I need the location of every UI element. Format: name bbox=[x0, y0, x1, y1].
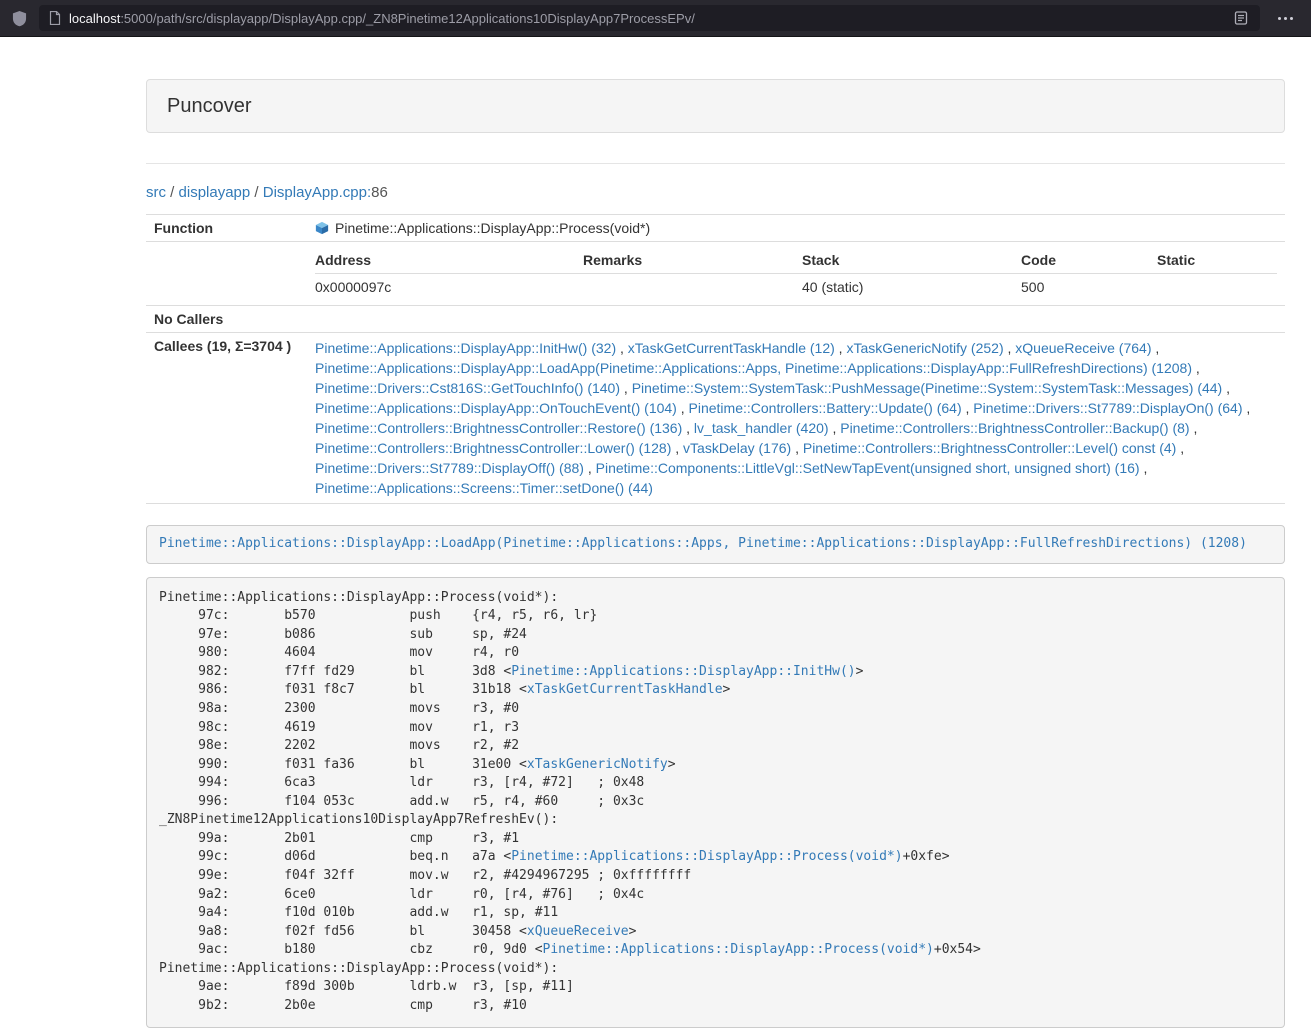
breadcrumb-link[interactable]: DisplayApp.cpp: bbox=[263, 184, 371, 201]
callee-link[interactable]: xQueueReceive (764) bbox=[1015, 340, 1151, 356]
function-label: Function bbox=[146, 215, 307, 242]
stats-header-address: Address bbox=[315, 247, 583, 274]
callee-link[interactable]: Pinetime::Controllers::BrightnessControl… bbox=[840, 420, 1189, 436]
signature-link[interactable]: Pinetime::Applications::DisplayApp::Load… bbox=[159, 536, 1247, 551]
stats-header-static: Static bbox=[1157, 247, 1277, 274]
callee-link[interactable]: Pinetime::Controllers::BrightnessControl… bbox=[315, 440, 671, 456]
shield-icon[interactable] bbox=[10, 8, 29, 29]
assembly-symbol-link[interactable]: xQueueReceive bbox=[527, 924, 629, 939]
callee-link[interactable]: Pinetime::Applications::DisplayApp::OnTo… bbox=[315, 400, 677, 416]
stats-value-code: 500 bbox=[1021, 274, 1157, 301]
function-name: Pinetime::Applications::DisplayApp::Proc… bbox=[335, 220, 650, 236]
app-title: Puncover bbox=[167, 94, 1264, 118]
symbol-cube-icon bbox=[315, 221, 329, 235]
stats-value-remarks bbox=[583, 274, 802, 301]
assembly-symbol-link[interactable]: Pinetime::Applications::DisplayApp::Proc… bbox=[543, 942, 934, 957]
url-bar[interactable]: localhost:5000/path/src/displayapp/Displ… bbox=[39, 5, 1260, 31]
callee-link[interactable]: Pinetime::Controllers::Battery::Update()… bbox=[689, 400, 962, 416]
callee-link[interactable]: Pinetime::Controllers::BrightnessControl… bbox=[803, 440, 1176, 456]
callee-link[interactable]: Pinetime::Applications::DisplayApp::Init… bbox=[315, 340, 616, 356]
callee-link[interactable]: Pinetime::Controllers::BrightnessControl… bbox=[315, 420, 682, 436]
url-text[interactable]: localhost:5000/path/src/displayapp/Displ… bbox=[69, 11, 1224, 26]
reader-mode-icon[interactable] bbox=[1232, 9, 1250, 27]
url-host: localhost bbox=[69, 11, 120, 26]
callers-row: No Callers bbox=[146, 306, 1285, 333]
callee-link[interactable]: Pinetime::System::SystemTask::PushMessag… bbox=[632, 380, 1223, 396]
no-callers-label: No Callers bbox=[146, 306, 307, 333]
callee-link[interactable]: Pinetime::Drivers::St7789::DisplayOff() … bbox=[315, 460, 584, 476]
url-path: :5000/path/src/displayapp/DisplayApp.cpp… bbox=[120, 11, 695, 26]
callee-link[interactable]: Pinetime::Applications::DisplayApp::Load… bbox=[315, 360, 1192, 376]
callee-link[interactable]: Pinetime::Applications::Screens::Timer::… bbox=[315, 480, 653, 496]
stats-value-stack: 40 (static) bbox=[802, 274, 1021, 301]
breadcrumb-link[interactable]: src bbox=[146, 184, 166, 201]
breadcrumb: src / displayapp / DisplayApp.cpp:86 bbox=[146, 184, 1285, 201]
assembly-symbol-link[interactable]: Pinetime::Applications::DisplayApp::Init… bbox=[511, 664, 855, 679]
assembly-symbol-link[interactable]: xTaskGenericNotify bbox=[527, 757, 668, 772]
stats-row: Address Remarks Stack Code Static 0x0000… bbox=[146, 242, 1285, 306]
callee-link[interactable]: xTaskGenericNotify (252) bbox=[846, 340, 1003, 356]
stats-row-label bbox=[146, 242, 307, 306]
callee-link[interactable]: Pinetime::Drivers::St7789::DisplayOn() (… bbox=[973, 400, 1242, 416]
function-table: Function Pinetime::Applications::Display… bbox=[146, 214, 1285, 504]
stats-value-static bbox=[1157, 274, 1277, 301]
signature-box: Pinetime::Applications::DisplayApp::Load… bbox=[146, 525, 1285, 564]
stats-header-stack: Stack bbox=[802, 247, 1021, 274]
assembly-symbol-link[interactable]: Pinetime::Applications::DisplayApp::Proc… bbox=[511, 849, 902, 864]
callees-label: Callees (19, Σ=3704 ) bbox=[146, 333, 307, 504]
stats-value-address: 0x0000097c bbox=[315, 274, 583, 301]
callees-row: Callees (19, Σ=3704 ) Pinetime::Applicat… bbox=[146, 333, 1285, 504]
function-row: Function Pinetime::Applications::Display… bbox=[146, 215, 1285, 242]
callee-link[interactable]: lv_task_handler (420) bbox=[694, 420, 829, 436]
assembly-symbol-link[interactable]: xTaskGetCurrentTaskHandle bbox=[527, 682, 723, 697]
app-header-panel: Puncover bbox=[146, 79, 1285, 133]
callee-link[interactable]: xTaskGetCurrentTaskHandle (12) bbox=[628, 340, 835, 356]
callee-link[interactable]: Pinetime::Components::LittleVgl::SetNewT… bbox=[596, 460, 1140, 476]
browser-toolbar: localhost:5000/path/src/displayapp/Displ… bbox=[0, 0, 1311, 37]
page-container: Puncover src / displayapp / DisplayApp.c… bbox=[146, 79, 1285, 1028]
stats-header-code: Code bbox=[1021, 247, 1157, 274]
divider bbox=[146, 163, 1285, 164]
callees-list: Pinetime::Applications::DisplayApp::Init… bbox=[307, 333, 1285, 504]
callee-link[interactable]: vTaskDelay (176) bbox=[683, 440, 791, 456]
stats-header-remarks: Remarks bbox=[583, 247, 802, 274]
browser-menu-icon[interactable] bbox=[1270, 17, 1301, 20]
breadcrumb-link[interactable]: displayapp bbox=[179, 184, 251, 201]
page-icon bbox=[49, 11, 61, 25]
stats-table: Address Remarks Stack Code Static 0x0000… bbox=[315, 247, 1277, 300]
callee-link[interactable]: Pinetime::Drivers::Cst816S::GetTouchInfo… bbox=[315, 380, 620, 396]
assembly-block: Pinetime::Applications::DisplayApp::Proc… bbox=[146, 577, 1285, 1028]
